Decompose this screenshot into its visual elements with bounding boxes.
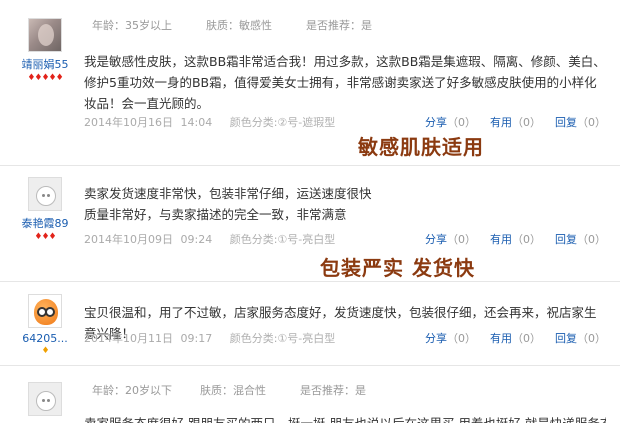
reply-count: （0） — [577, 332, 606, 345]
reputation-badges: ♦♦♦♦♦ — [27, 73, 63, 83]
default-avatar-icon — [36, 391, 56, 411]
review-date: 2014年10月09日 — [84, 233, 173, 246]
share-count: （0） — [447, 233, 476, 246]
reply-count: （0） — [577, 116, 606, 129]
age-info: 年龄：35岁以上 — [92, 19, 172, 32]
reputation-badges: ♦♦♦ — [34, 232, 56, 242]
review-item: 靖丽娟55 ♦♦♦♦♦ 年龄：35岁以上 肤质：敏感性 是否推荐：是 我是敏感性皮肤… — [0, 0, 620, 166]
promo-overlay-text: 敏感肌肤适用 — [358, 135, 484, 159]
review-footer: 2014年10月16日 14:04 颜色分类:②号-遮瑕型 分享（0） 有用（0）… — [84, 114, 606, 130]
reply-link[interactable]: 回复 — [555, 332, 577, 345]
useful-link[interactable]: 有用 — [490, 233, 512, 246]
review-actions: 分享（0） 有用（0） 回复（0） — [425, 330, 606, 346]
color-category: 颜色分类:②号-遮瑕型 — [229, 116, 336, 129]
useful-count: （0） — [512, 233, 541, 246]
share-link[interactable]: 分享 — [425, 233, 447, 246]
recommend-info: 是否推荐：是 — [306, 19, 372, 32]
share-link[interactable]: 分享 — [425, 332, 447, 345]
skin-type-info: 肤质：混合性 — [200, 384, 266, 397]
reviewer-info: 泰艳霞89 ♦♦♦ — [12, 177, 78, 242]
useful-count: （0） — [512, 332, 541, 345]
reviewer-name[interactable]: 泰艳霞89 — [12, 215, 78, 231]
reviewer-info: 64205... ♦ — [12, 294, 78, 356]
avatar[interactable] — [28, 382, 62, 416]
reviewer-meta: 年龄：35岁以上 肤质：敏感性 是否推荐：是 — [92, 17, 372, 33]
review-item: 年龄：20岁以下 肤质：混合性 是否推荐：是 卖家服务态度很好 跟朋友买的两只，挺一… — [0, 366, 620, 423]
default-avatar-icon — [36, 186, 56, 206]
reply-link[interactable]: 回复 — [555, 116, 577, 129]
review-text: 我是敏感性皮肤，这款BB霜非常适合我！用过多款，这款BB霜是集遮瑕、隔离、修颜、… — [84, 54, 606, 111]
review-text: 卖家服务态度很好 跟朋友买的两只，挺一挺 朋友也说以后在这里买 用着也挺好 就是… — [84, 413, 606, 423]
useful-link[interactable]: 有用 — [490, 116, 512, 129]
review-text-line: 卖家发货速度非常快，包装非常仔细，运送速度很快 — [84, 186, 372, 201]
review-item: 64205... ♦ 宝贝很温和，用了不过敏，店家服务态度好，发货速度快，包装很… — [0, 282, 620, 366]
review-text-line: 质量非常好，与卖家描述的完全一致，非常满意 — [84, 207, 347, 222]
recommend-info: 是否推荐：是 — [300, 384, 366, 397]
share-count: （0） — [447, 332, 476, 345]
reputation-badges: ♦ — [41, 346, 49, 356]
promo-overlay-text: 包装严实 发货快 — [320, 256, 475, 280]
review-text: 卖家发货速度非常快，包装非常仔细，运送速度很快 质量非常好，与卖家描述的完全一致… — [84, 183, 606, 225]
reviewer-info: 靖丽娟55 ♦♦♦♦♦ — [12, 18, 78, 83]
review-item: 泰艳霞89 ♦♦♦ 卖家发货速度非常快，包装非常仔细，运送速度很快 质量非常好，… — [0, 166, 620, 282]
reviewer-name[interactable]: 靖丽娟55 — [12, 56, 78, 72]
reply-count: （0） — [577, 233, 606, 246]
color-category: 颜色分类:①号-亮白型 — [229, 233, 336, 246]
avatar[interactable] — [28, 18, 62, 52]
age-info: 年龄：20岁以下 — [92, 384, 172, 397]
review-time: 09:17 — [180, 332, 213, 345]
reviewer-name[interactable]: 64205... — [12, 332, 78, 345]
review-actions: 分享（0） 有用（0） 回复（0） — [425, 231, 606, 247]
review-actions: 分享（0） 有用（0） 回复（0） — [425, 114, 606, 130]
reviewer-meta: 年龄：20岁以下 肤质：混合性 是否推荐：是 — [92, 382, 366, 398]
avatar[interactable] — [28, 294, 62, 328]
useful-count: （0） — [512, 116, 541, 129]
cartoon-avatar-icon — [34, 299, 58, 325]
reviewer-info — [12, 382, 78, 416]
review-date: 2014年10月16日 — [84, 116, 173, 129]
avatar[interactable] — [28, 177, 62, 211]
reply-link[interactable]: 回复 — [555, 233, 577, 246]
color-category: 颜色分类:①号-亮白型 — [229, 332, 336, 345]
useful-link[interactable]: 有用 — [490, 332, 512, 345]
review-date: 2014年10月11日 — [84, 332, 173, 345]
review-time: 14:04 — [180, 116, 213, 129]
review-footer: 2014年10月11日 09:17 颜色分类:①号-亮白型 分享（0） 有用（0）… — [84, 330, 606, 346]
share-link[interactable]: 分享 — [425, 116, 447, 129]
share-count: （0） — [447, 116, 476, 129]
skin-type-info: 肤质：敏感性 — [206, 19, 272, 32]
review-time: 09:24 — [180, 233, 213, 246]
review-footer: 2014年10月09日 09:24 颜色分类:①号-亮白型 分享（0） 有用（0）… — [84, 231, 606, 247]
